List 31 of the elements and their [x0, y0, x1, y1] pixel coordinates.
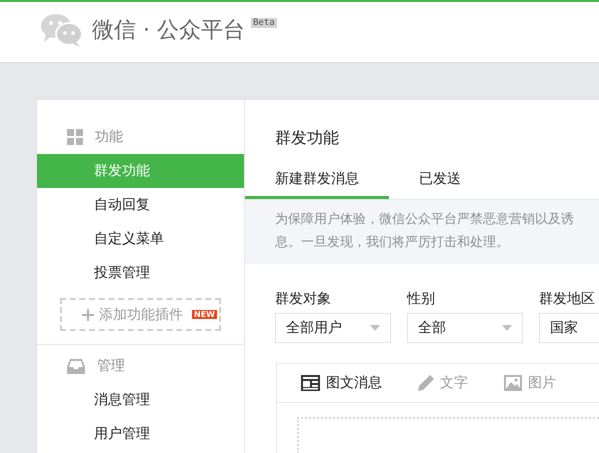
sidebar-item[interactable]: 消息管理: [37, 383, 244, 417]
field-label: 性别: [407, 290, 436, 308]
field-label: 群发地区: [539, 290, 596, 308]
tab[interactable]: 已发送: [389, 160, 491, 199]
caret-icon: [370, 325, 380, 331]
grid-icon: [67, 129, 83, 145]
news-icon: [301, 375, 320, 391]
beta-badge: Beta: [250, 18, 277, 28]
select-field[interactable]: 全部: [407, 313, 523, 343]
plus-icon: [82, 308, 94, 320]
sidebar-item[interactable]: 投票管理: [37, 256, 244, 290]
select-field[interactable]: 国家: [539, 313, 599, 343]
select-field[interactable]: 全部用户: [275, 313, 391, 343]
sidebar-item[interactable]: 自动回复: [37, 188, 244, 222]
chat-bubbles-icon: [40, 12, 84, 48]
section-title: 管理: [97, 357, 125, 375]
sidebar-item[interactable]: 自定义菜单: [37, 222, 244, 256]
new-badge: NEW: [192, 310, 217, 319]
section-title: 功能: [95, 128, 123, 146]
pencil-icon: [418, 375, 434, 391]
editor-tab[interactable]: 图文消息: [301, 374, 382, 392]
logo-text: 微信 · 公众平台: [92, 17, 245, 45]
image-icon: [504, 375, 522, 391]
add-plugin-button[interactable]: 添加功能插件 NEW: [60, 298, 221, 331]
field-label: 群发对象: [275, 290, 332, 308]
notice-text: 为保障用户体验，微信公众平台严禁恶意营销以及诱: [275, 211, 575, 229]
inbox-icon: [67, 358, 85, 374]
page-title: 群发功能: [274, 127, 340, 149]
notice-text: 息。一旦发现，我们将严厉打击和处理。: [275, 234, 510, 252]
sidebar-item[interactable]: 用户管理: [37, 417, 244, 451]
caret-icon: [502, 325, 512, 331]
